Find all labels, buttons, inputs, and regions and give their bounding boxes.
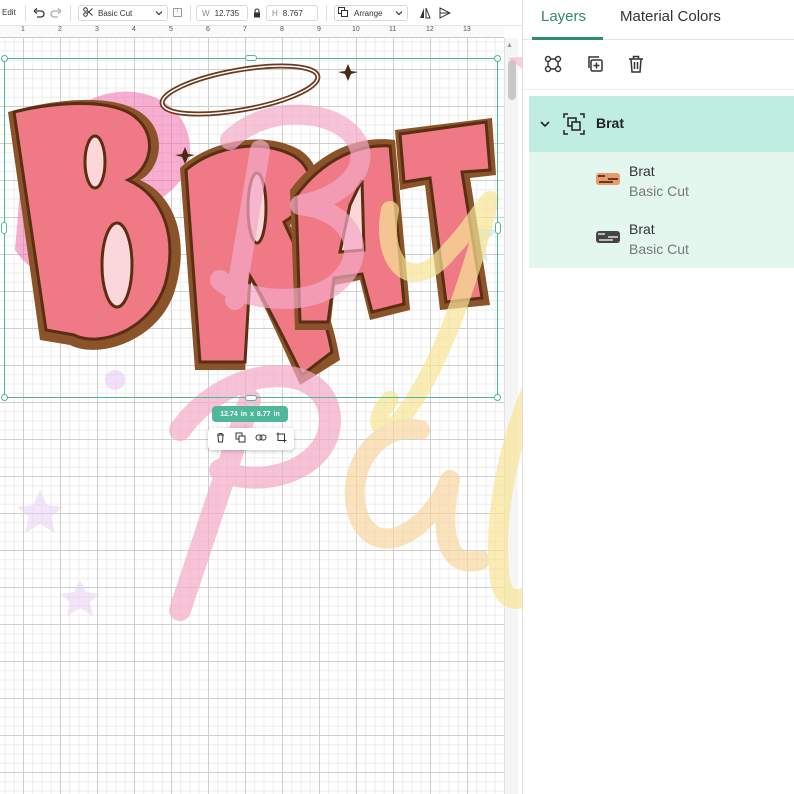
redo-icon[interactable] xyxy=(49,6,63,20)
width-value: 12.735 xyxy=(214,8,240,18)
toolbar-divider xyxy=(70,5,71,21)
lock-icon[interactable] xyxy=(250,6,264,20)
trash-icon[interactable] xyxy=(215,430,226,448)
ruler-number: 5 xyxy=(169,26,173,33)
undo-icon[interactable] xyxy=(32,6,46,20)
ruler-number: 13 xyxy=(463,26,471,33)
align-icon[interactable] xyxy=(438,6,452,20)
width-field[interactable]: W 12.735 xyxy=(196,5,248,21)
layer-thumbnail xyxy=(596,173,620,185)
height-label: H xyxy=(272,8,278,18)
group-layer-icon xyxy=(563,113,585,140)
group-name: Brat xyxy=(596,115,625,131)
chevron-down-icon[interactable] xyxy=(539,117,551,135)
resize-handle-top-left[interactable] xyxy=(1,55,8,62)
group-icon[interactable] xyxy=(541,52,565,76)
attach-icon[interactable] xyxy=(255,430,267,448)
ruler-number: 8 xyxy=(280,26,284,33)
arrange-icon xyxy=(338,7,348,19)
resize-handle-right[interactable] xyxy=(495,222,501,234)
badge-times: x xyxy=(250,410,254,418)
flip-icon[interactable] xyxy=(418,6,432,20)
layer-operation: Basic Cut xyxy=(629,183,689,199)
ruler-number: 12 xyxy=(426,26,434,33)
selection-action-bar xyxy=(208,428,294,450)
operation-value: Basic Cut xyxy=(98,8,133,18)
layers-panel: Layers Material Colors Brat Brat Basic C… xyxy=(522,0,794,794)
height-field[interactable]: H 8.767 xyxy=(266,5,318,21)
chevron-down-icon xyxy=(395,9,403,19)
ruler-number: 6 xyxy=(206,26,210,33)
layer-children: Brat Basic Cut Brat Basic Cut xyxy=(529,152,794,268)
ruler-number: 4 xyxy=(132,26,136,33)
toolbar-divider xyxy=(326,5,327,21)
panel-tabs: Layers Material Colors xyxy=(523,0,794,40)
top-toolbar: Edit Basic Cut ↑ W 12.735 H 8.767 Arrang… xyxy=(0,0,522,26)
tab-material-colors[interactable]: Material Colors xyxy=(620,8,721,25)
arrange-select[interactable]: Arrange xyxy=(334,5,408,21)
dimension-badge: 12.74 in x 8.77 in xyxy=(212,406,288,422)
resize-handle-bottom-left[interactable] xyxy=(1,394,8,401)
badge-width-unit: in xyxy=(240,410,247,418)
resize-handle-bottom-right[interactable] xyxy=(494,394,501,401)
ruler-number: 9 xyxy=(317,26,321,33)
scissors-icon xyxy=(83,7,93,19)
width-label: W xyxy=(202,8,210,18)
badge-width: 12.74 xyxy=(220,410,238,418)
layers-toolbar xyxy=(523,40,794,90)
arrange-label: Arrange xyxy=(354,8,383,18)
layer-operation: Basic Cut xyxy=(629,241,689,257)
layer-name: Brat xyxy=(629,163,655,179)
resize-handle-left[interactable] xyxy=(1,222,7,234)
resize-handle-top[interactable] xyxy=(245,55,257,61)
operation-select[interactable]: Basic Cut xyxy=(78,5,168,21)
toolbar-divider xyxy=(190,5,191,21)
layer-item[interactable]: Brat Basic Cut xyxy=(529,152,794,210)
horizontal-ruler: 1 2 3 4 5 6 7 8 9 10 11 12 13 xyxy=(0,26,504,38)
ruler-number: 7 xyxy=(243,26,247,33)
ruler-number: 1 xyxy=(21,26,25,33)
ruler-number: 2 xyxy=(58,26,62,33)
badge-height-unit: in xyxy=(273,410,280,418)
badge-height: 8.77 xyxy=(256,410,271,418)
operation-info-icon[interactable]: ↑ xyxy=(173,8,182,17)
layer-item[interactable]: Brat Basic Cut xyxy=(529,210,794,268)
duplicate-layer-icon[interactable] xyxy=(583,52,607,76)
ruler-number: 3 xyxy=(95,26,99,33)
resize-crop-icon[interactable] xyxy=(276,430,287,448)
height-value: 8.767 xyxy=(282,8,303,18)
selection-bounding-box[interactable] xyxy=(4,58,498,398)
delete-layer-icon[interactable] xyxy=(624,52,648,76)
layer-name: Brat xyxy=(629,221,655,237)
duplicate-icon[interactable] xyxy=(235,430,246,448)
chevron-down-icon xyxy=(155,9,163,19)
ruler-number: 11 xyxy=(389,26,397,33)
layer-group-row[interactable]: Brat xyxy=(529,96,794,152)
resize-handle-bottom[interactable] xyxy=(245,395,257,401)
edit-menu[interactable]: Edit xyxy=(2,8,16,17)
layer-thumbnail xyxy=(596,231,620,243)
resize-handle-top-right[interactable] xyxy=(494,55,501,62)
ruler-number: 10 xyxy=(352,26,360,33)
toolbar-divider xyxy=(25,5,26,21)
tab-layers[interactable]: Layers xyxy=(541,8,586,25)
